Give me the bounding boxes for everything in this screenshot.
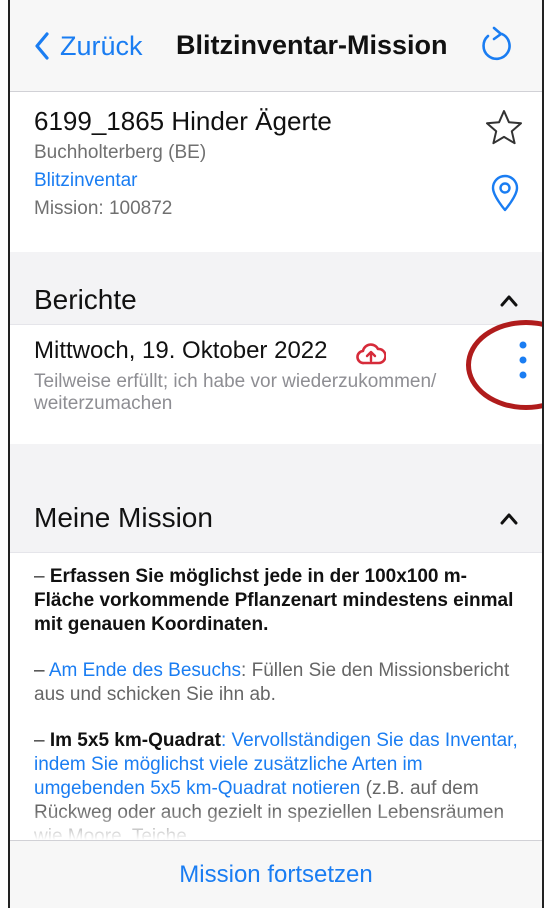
location-pin-icon[interactable] [490, 174, 520, 212]
site-name: 6199_1865 Hinder Ägerte [34, 106, 332, 136]
report-description: Teilweise erfüllt; ich habe vor wiederzu… [34, 371, 437, 414]
star-icon[interactable] [484, 108, 524, 148]
section-spacer [10, 444, 542, 484]
list-dash: – [34, 730, 45, 751]
site-location: Buchholterberg (BE) [34, 142, 207, 163]
site-type-link[interactable]: Blitzinventar [34, 170, 138, 192]
report-item[interactable]: Mittwoch, 19. Oktober 2022 Teilweise erf… [10, 324, 542, 444]
mission-item: – Erfassen Sie möglichst jede in der 100… [34, 565, 520, 637]
mission-number: Mission: 100872 [34, 198, 173, 219]
mission-link[interactable]: Am Ende des Besuchs [49, 660, 241, 681]
navigation-bar: Zurück Blitzinventar-Mission [10, 0, 542, 92]
list-dash: – [34, 660, 45, 681]
reports-title: Berichte [34, 284, 137, 315]
list-dash: – [34, 566, 45, 587]
refresh-icon[interactable] [478, 24, 514, 66]
chevron-left-icon [35, 32, 49, 60]
footer-bar: Mission fortsetzen [10, 840, 542, 908]
mission-item: – Am Ende des Besuchs: Füllen Sie den Mi… [34, 659, 520, 707]
back-button[interactable]: Zurück [34, 28, 143, 64]
mission-colon: : [220, 730, 232, 751]
report-date: Mittwoch, 19. Oktober 2022 [34, 337, 328, 364]
site-info: 6199_1865 Hinder Ägerte Buchholterberg (… [10, 92, 542, 252]
mission-header[interactable]: Meine Mission [10, 484, 542, 552]
mission-instructions: – Erfassen Sie möglichst jede in der 100… [10, 552, 542, 840]
more-options-icon[interactable] [516, 339, 530, 381]
chevron-up-icon[interactable] [498, 508, 520, 530]
scroll-fade [10, 810, 542, 840]
chevron-up-icon[interactable] [498, 290, 520, 312]
reports-header[interactable]: Berichte [10, 276, 542, 324]
mission-text: Erfassen Sie möglichst jede in der 100x1… [34, 566, 514, 635]
continue-mission-button[interactable]: Mission fortsetzen [179, 861, 372, 889]
cloud-upload-icon [356, 343, 386, 365]
back-label: Zurück [60, 30, 143, 61]
mission-bold-label: Im 5x5 km-Quadrat [49, 730, 221, 751]
page-title: Blitzinventar-Mission [176, 30, 448, 60]
mission-title: Meine Mission [34, 502, 213, 533]
app-screen: Zurück Blitzinventar-Mission 6199_1865 H… [8, 0, 544, 908]
